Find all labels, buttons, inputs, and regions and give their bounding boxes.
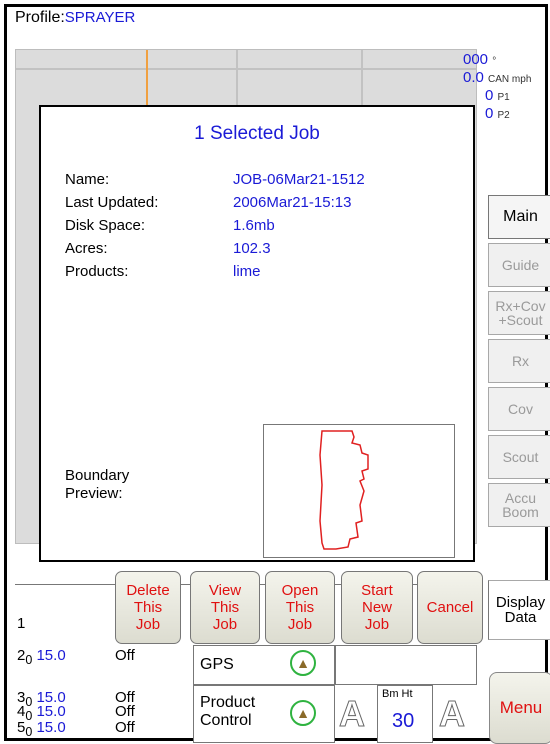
speed-readout: 0.0 CAN mph (463, 69, 532, 86)
view-job-button[interactable]: View This Job (190, 571, 260, 644)
boom-height-cell: Bm Ht 30 (377, 685, 433, 743)
tab-main[interactable]: Main (488, 195, 550, 239)
p1-readout: 0 P1 (485, 87, 510, 104)
thumbs-up-icon: ▲ (290, 650, 316, 676)
tab-rx-cov-scout[interactable]: Rx+Cov +Scout (488, 291, 550, 335)
tab-cov[interactable]: Cov (488, 387, 550, 431)
display-data-button[interactable]: Display Data (488, 580, 550, 640)
gps-status-extra (335, 645, 477, 685)
product-control-cell: Product Control ▲ (193, 685, 335, 743)
selected-job-dialog: 1 Selected Job Name: JOB-06Mar21-1512 La… (39, 105, 475, 562)
tab-accu-boom[interactable]: Accu Boom (488, 483, 550, 527)
field-label: Name: (65, 171, 110, 188)
field-label: Acres: (65, 240, 108, 257)
tab-rx[interactable]: Rx (488, 339, 550, 383)
field-label: Last Updated: (65, 194, 159, 211)
boom-height-label: Bm Ht (382, 688, 413, 700)
thumbs-up-icon: ▲ (290, 700, 316, 726)
field-label: Products: (65, 263, 129, 280)
boundary-shape (319, 430, 369, 550)
section-row: 50 15.0 (17, 719, 66, 739)
products-value: lime (233, 263, 261, 280)
disk-space-value: 1.6mb (233, 217, 275, 234)
readout-panel: 000 ° 0.0 CAN mph 0 P1 0 P2 (463, 51, 545, 123)
guidance-line (146, 50, 148, 110)
terminal-screen: Profile:SPRAYER 000 ° 0.0 CAN mph 0 P1 0… (4, 4, 550, 744)
delete-job-button[interactable]: Delete This Job (115, 571, 181, 644)
job-name-value: JOB-06Mar21-1512 (233, 171, 365, 188)
profile-label: Profile:SPRAYER (15, 9, 136, 26)
gps-label: GPS (200, 656, 234, 673)
boom-height-value: 30 (392, 710, 415, 732)
gps-status-cell: GPS ▲ (193, 645, 335, 685)
boundary-preview (263, 424, 455, 558)
start-new-job-button[interactable]: Start New Job (341, 571, 413, 644)
field-label: Disk Space: (65, 217, 146, 234)
last-updated-value: 2006Mar21-15:13 (233, 194, 352, 211)
auto-right-icon[interactable]: A (439, 693, 466, 735)
section-state: Off (115, 703, 135, 720)
auto-left-icon[interactable]: A (339, 693, 366, 735)
menu-button[interactable]: Menu (489, 672, 550, 744)
profile-value: SPRAYER (64, 9, 136, 26)
boundary-preview-label: Boundary Preview: (65, 467, 130, 502)
open-job-button[interactable]: Open This Job (265, 571, 335, 644)
acres-value: 102.3 (233, 240, 271, 257)
section-state: Off (115, 719, 135, 736)
dialog-title: 1 Selected Job (194, 123, 320, 144)
section-row: 1 (17, 615, 26, 632)
product-control-label: Product Control (200, 694, 256, 729)
p2-readout: 0 P2 (485, 105, 510, 122)
tab-scout[interactable]: Scout (488, 435, 550, 479)
cancel-button[interactable]: Cancel (417, 571, 483, 644)
section-row: 20 15.0 (17, 647, 66, 667)
tab-guide[interactable]: Guide (488, 243, 550, 287)
heading-readout: 000 ° (463, 51, 497, 68)
section-state: Off (115, 647, 135, 664)
